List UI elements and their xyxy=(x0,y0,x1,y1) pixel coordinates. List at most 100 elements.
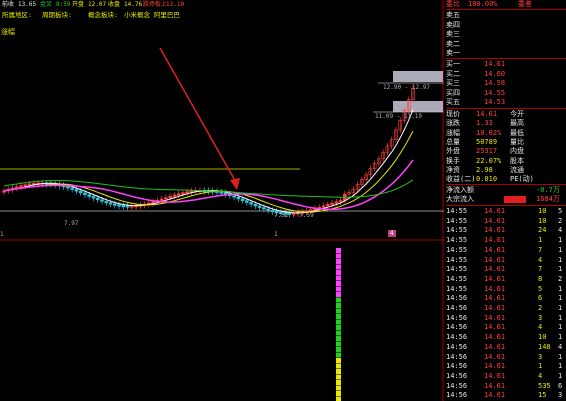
tick-time: 14:55 xyxy=(446,236,468,245)
candle-body xyxy=(87,194,92,197)
stat-label: 净资 xyxy=(446,165,460,174)
tick-time: 14:55 xyxy=(446,207,468,215)
tick-row[interactable]: 14:56 14.61 4 1 xyxy=(446,372,566,381)
tick-row[interactable]: 14:55 14.61 7 1 xyxy=(446,246,566,255)
ask-row[interactable]: 卖五 xyxy=(446,11,566,20)
tick-price: 14.61 xyxy=(484,342,506,351)
stat-row[interactable]: 换手 22.07% 股本 xyxy=(446,157,566,166)
tick-row[interactable]: 14:55 14.61 10 5 xyxy=(446,207,566,216)
low-label: 7.97 xyxy=(64,220,79,227)
ask-row[interactable]: 卖三 xyxy=(446,30,566,39)
stat-label-2: 最高 xyxy=(510,119,524,128)
candle-body xyxy=(164,197,168,200)
candle-body xyxy=(83,192,87,195)
tick-count: 1 xyxy=(558,294,563,303)
tick-price: 14.61 xyxy=(484,371,506,380)
tick-row[interactable]: 14:55 14.61 1 1 xyxy=(446,236,566,245)
quote-panel: 委比 100.00% 委差 卖五 卖四 卖三 卖二 卖一 买一 14.61 买二 14.60 买… xyxy=(446,0,566,401)
tick-row[interactable]: 14:55 14.61 8 2 xyxy=(446,275,566,284)
volume-bar xyxy=(336,369,341,374)
tick-row[interactable]: 14:56 14.61 2 1 xyxy=(446,304,566,313)
stat-row[interactable]: 现价 14.61 今开 xyxy=(446,110,566,119)
bid-row[interactable]: 买三 14.58 xyxy=(446,79,566,88)
tick-row[interactable]: 14:56 14.61 15 3 xyxy=(446,391,566,400)
tick-price: 14.61 xyxy=(484,391,506,400)
stat-row[interactable]: 净资 2.98 流通 xyxy=(446,166,566,175)
tick-row[interactable]: 14:56 14.61 1 1 xyxy=(446,362,566,371)
bid-label: 买四 xyxy=(446,88,460,97)
red-arrow-shaft xyxy=(159,47,238,185)
stat-label-2: 内盘 xyxy=(510,147,524,156)
net-flow-value: -0.7万 xyxy=(536,186,560,194)
tick-time: 14:55 xyxy=(446,226,468,235)
volume-bar xyxy=(336,352,341,358)
bid-label: 买三 xyxy=(446,79,460,87)
bid-price: 14.61 xyxy=(484,60,506,68)
tick-row[interactable]: 14:56 14.61 148 4 xyxy=(446,343,566,352)
stat-value: 0.010 xyxy=(476,175,498,184)
tick-vol: 15 xyxy=(538,391,547,400)
bid-row[interactable]: 买二 14.60 xyxy=(446,70,566,79)
tick-count: 1 xyxy=(558,362,563,371)
candle-body xyxy=(125,205,130,208)
stat-value: 25317 xyxy=(476,147,498,156)
stat-row[interactable]: 收益(二) 0.010 PE(动) xyxy=(446,175,566,184)
ask-row[interactable]: 卖四 xyxy=(446,21,566,30)
tick-row[interactable]: 14:56 14.61 3 1 xyxy=(446,353,566,362)
candle-body xyxy=(185,191,189,194)
tick-time: 14:55 xyxy=(446,265,468,274)
tick-row[interactable]: 14:55 14.61 10 2 xyxy=(446,217,566,226)
candle-body xyxy=(334,201,339,204)
stat-label: 现价 xyxy=(446,110,460,118)
tick-row[interactable]: 14:56 14.61 10 1 xyxy=(446,333,566,342)
tick-count: 1 xyxy=(558,304,563,312)
tick-row[interactable]: 14:55 14.61 4 1 xyxy=(446,256,566,265)
stat-row[interactable]: 涨幅 10.02% 最低 xyxy=(446,129,566,138)
tick-count: 1 xyxy=(558,323,563,332)
volume-bar xyxy=(336,380,341,385)
tick-row[interactable]: 14:56 14.61 535 6 xyxy=(446,382,566,391)
bid-row[interactable]: 买五 14.53 xyxy=(446,98,566,107)
ask-row[interactable]: 卖一 xyxy=(446,49,566,58)
ask-row[interactable]: 卖二 xyxy=(446,40,566,49)
tick-price: 14.61 xyxy=(484,255,506,264)
tick-vol: 10 xyxy=(538,216,547,225)
candle-body xyxy=(108,202,113,205)
tick-vol: 148 xyxy=(538,342,551,351)
tick-row[interactable]: 14:56 14.61 3 1 xyxy=(446,314,566,323)
bid-row[interactable]: 买四 14.55 xyxy=(446,89,566,98)
stat-row[interactable]: 外盘 25317 内盘 xyxy=(446,147,566,156)
candle-body xyxy=(266,208,270,211)
volume-bar xyxy=(336,319,341,325)
tick-row[interactable]: 14:55 14.61 24 4 xyxy=(446,226,566,235)
tick-row[interactable]: 14:55 14.61 5 1 xyxy=(446,285,566,294)
tick-count: 2 xyxy=(558,274,563,283)
flag-box-2 xyxy=(393,101,443,112)
candle-body xyxy=(262,207,266,210)
candle-body xyxy=(321,205,326,208)
candle-body xyxy=(19,185,23,188)
tick-row[interactable]: 14:56 14.61 6 1 xyxy=(446,294,566,303)
axis-label-right: 4 xyxy=(388,230,396,237)
kline-chart-panel[interactable]: 前收 13.65 金叉 8:59 开盘 12.07 收盘 14.76 跌停板上 … xyxy=(0,0,444,401)
flag-3-label: 7.52 - 7.59 xyxy=(274,212,314,219)
tick-row[interactable]: 14:55 14.61 7 1 xyxy=(446,265,566,274)
volume-group xyxy=(336,248,341,401)
tick-time: 14:55 xyxy=(446,245,468,254)
tick-vol: 7 xyxy=(538,245,543,254)
weibi-value: 100.00% xyxy=(468,0,498,8)
tick-price: 14.61 xyxy=(484,304,506,312)
tick-time: 14:56 xyxy=(446,381,468,390)
tick-vol: 2 xyxy=(538,304,543,312)
big-flow-value: 1684万 xyxy=(536,195,560,203)
tick-vol: 3 xyxy=(538,352,543,361)
stat-row[interactable]: 总量 50789 量比 xyxy=(446,138,566,147)
tick-count: 1 xyxy=(558,333,563,342)
volume-bar xyxy=(336,341,341,347)
bid-row[interactable]: 买一 14.61 xyxy=(446,60,566,69)
stat-row[interactable]: 涨跌 1.33 最高 xyxy=(446,119,566,128)
axis-label-left: 1 xyxy=(0,231,4,238)
volume-bar xyxy=(336,292,341,297)
tick-row[interactable]: 14:56 14.61 4 1 xyxy=(446,323,566,332)
tick-price: 14.61 xyxy=(484,323,506,332)
